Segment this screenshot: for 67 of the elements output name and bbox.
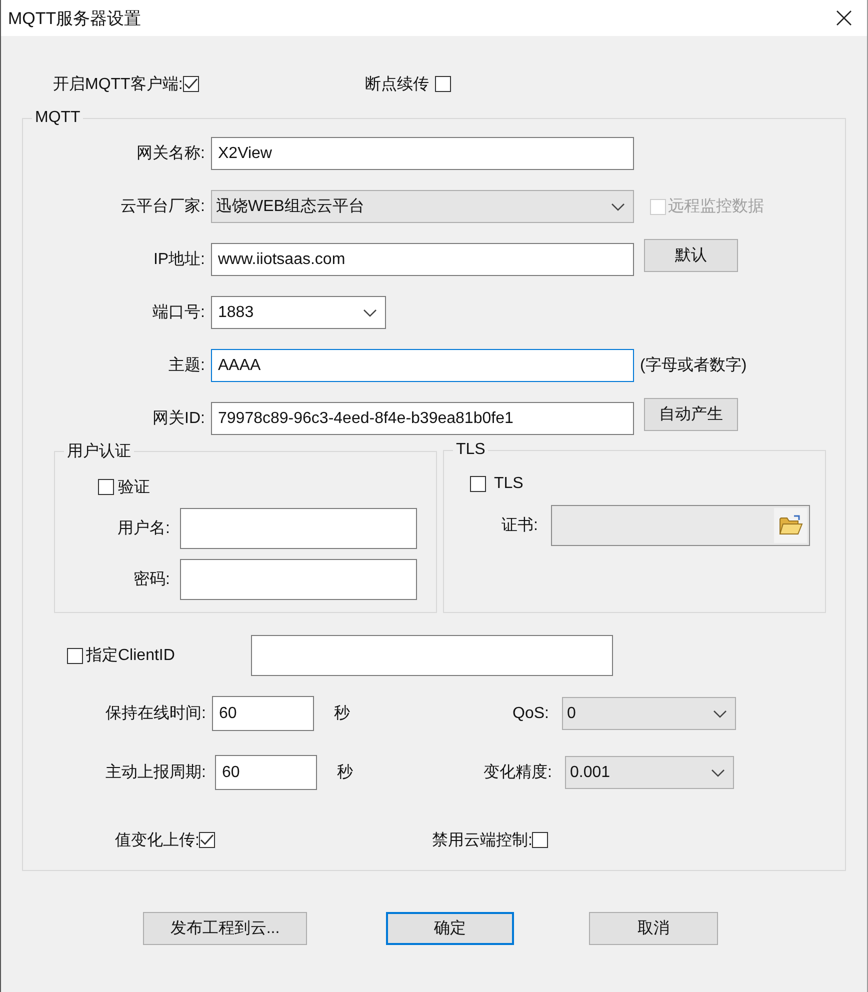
- caret-icon: [363, 308, 377, 316]
- caret-icon: [711, 768, 725, 776]
- input-field[interactable]: [180, 508, 417, 548]
- button[interactable]: 默认: [644, 239, 738, 272]
- checkbox-label: 值变化上传:: [115, 830, 200, 850]
- dropdown[interactable]: 1883: [211, 296, 386, 329]
- input-field[interactable]: www.iiotsaas.com: [211, 243, 634, 276]
- group-title: 用户认证: [66, 442, 132, 462]
- input-field[interactable]: 60: [212, 696, 314, 731]
- group-title: MQTT: [34, 109, 82, 127]
- dropdown[interactable]: 0.001: [565, 756, 734, 789]
- checkbox[interactable]: [182, 76, 199, 92]
- field-label: 端口号:: [152, 302, 205, 323]
- field-label: 证书:: [500, 516, 538, 536]
- checkbox-label: 禁用云端控制:: [432, 830, 532, 850]
- checkbox-label: 远程监控数据: [668, 197, 764, 217]
- button[interactable]: 取消: [589, 912, 718, 945]
- group-title: TLS: [455, 441, 486, 459]
- input-field[interactable]: [180, 558, 417, 600]
- input-field[interactable]: AAAA: [211, 349, 634, 382]
- field-label: 主题:: [168, 356, 205, 376]
- field-label: 主动上报周期:: [104, 762, 206, 783]
- input-field[interactable]: X2View: [211, 137, 634, 170]
- checkbox[interactable]: [98, 479, 114, 495]
- checkbox[interactable]: [67, 648, 83, 664]
- file-field[interactable]: [551, 504, 810, 546]
- checkbox-label: 指定ClientID: [86, 646, 175, 666]
- field-label: 变化精度:: [482, 762, 552, 783]
- unit-label: 秒: [334, 704, 351, 724]
- close-icon: [836, 10, 852, 26]
- button[interactable]: 确定: [386, 912, 514, 945]
- input-field[interactable]: 79978c89-96c3-4eed-8f4e-b39ea81b0fe1: [211, 402, 634, 435]
- checkbox-label: 开启MQTT客户端:: [53, 74, 183, 94]
- hint-text: (字母或者数字): [640, 356, 747, 376]
- checkbox-label: 断点续传: [365, 74, 429, 94]
- input-field[interactable]: 60: [215, 755, 317, 790]
- browse-button[interactable]: [774, 508, 807, 542]
- checkbox[interactable]: [470, 476, 486, 492]
- dropdown-value: 0: [567, 704, 576, 722]
- field-label: 网关名称:: [136, 144, 205, 164]
- input-field[interactable]: [251, 635, 613, 676]
- check-icon: [200, 834, 214, 846]
- checkbox-label: 验证: [118, 478, 150, 498]
- caret-icon: [611, 202, 625, 210]
- dropdown[interactable]: 0: [562, 697, 736, 730]
- folder-icon: [778, 515, 802, 535]
- checkbox-label: TLS: [494, 475, 524, 493]
- dropdown-value: 0.001: [570, 764, 610, 782]
- field-label: 云平台厂家:: [120, 196, 205, 217]
- checkbox[interactable]: [435, 76, 451, 92]
- dropdown[interactable]: 迅饶WEB组态云平台: [211, 190, 634, 223]
- check-icon: [184, 78, 198, 90]
- field-label: 用户名:: [116, 518, 170, 538]
- field-label: QoS:: [512, 704, 549, 722]
- field-label: 网关ID:: [152, 408, 205, 429]
- field-label: IP地址:: [152, 250, 205, 270]
- field-label: 保持在线时间:: [104, 704, 206, 724]
- dropdown-value: 迅饶WEB组态云平台: [216, 196, 364, 217]
- button[interactable]: 发布工程到云...: [143, 912, 307, 945]
- checkbox[interactable]: [199, 832, 216, 848]
- window-title: MQTT服务器设置: [8, 8, 142, 30]
- dropdown-value: 1883: [218, 304, 254, 322]
- checkbox[interactable]: [532, 832, 548, 848]
- button[interactable]: 自动产生: [644, 398, 738, 431]
- field-label: 密码:: [132, 570, 170, 590]
- unit-label: 秒: [337, 763, 354, 783]
- caret-icon: [713, 710, 727, 718]
